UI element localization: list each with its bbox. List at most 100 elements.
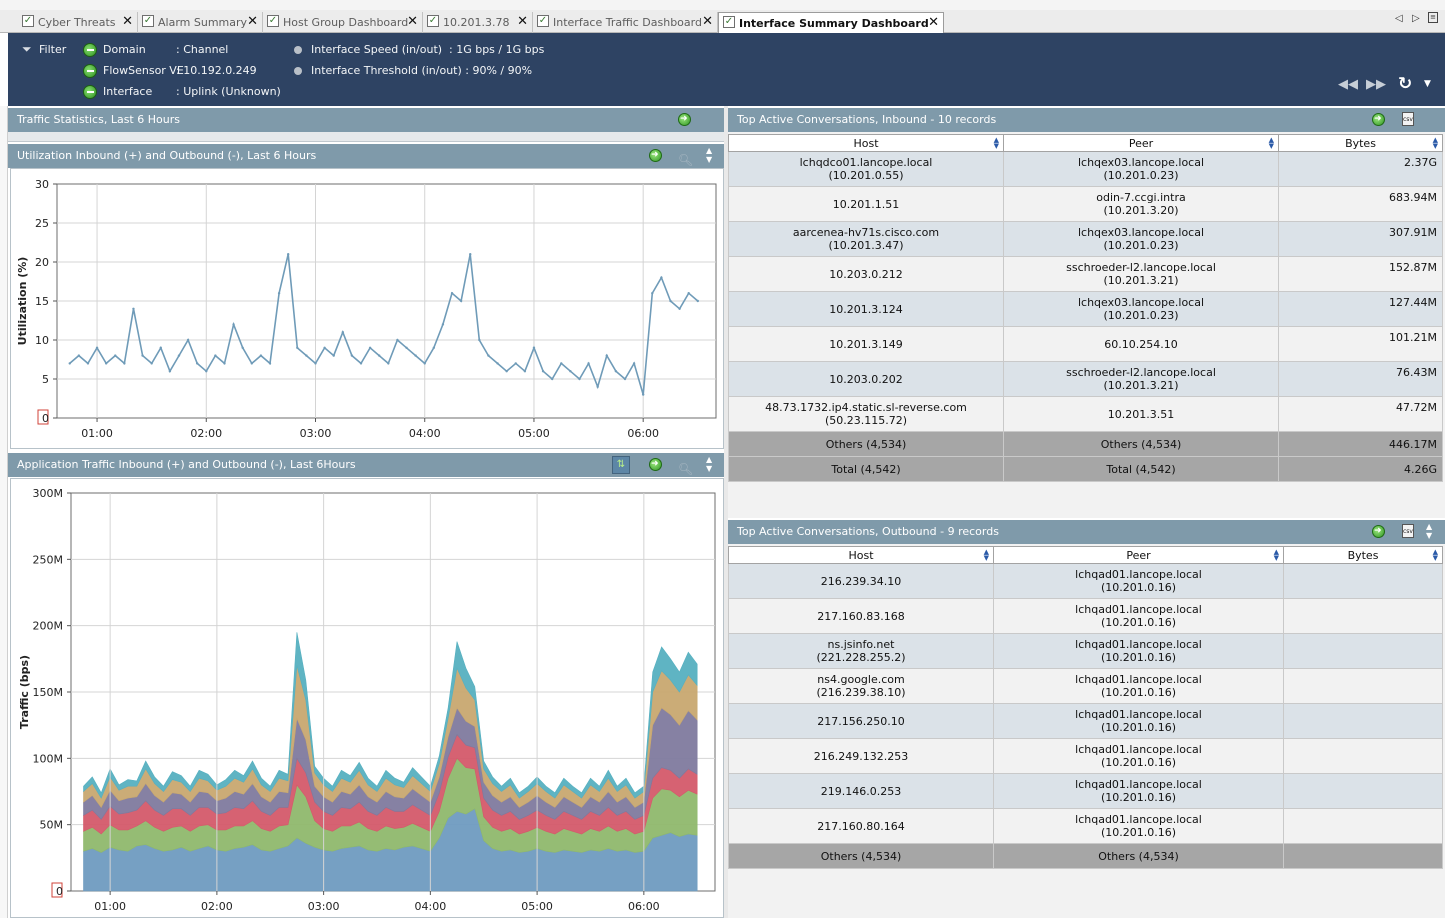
flowsensor-filter-icon[interactable] xyxy=(83,64,97,78)
tab-alarm-summary[interactable]: ✓ Alarm Summary ✕ xyxy=(138,12,263,33)
last-page-icon[interactable]: ▶▶ xyxy=(1366,77,1386,92)
bytes-column-header[interactable]: Bytes ▲ ▼ xyxy=(1283,546,1443,564)
close-icon[interactable]: ✕ xyxy=(122,14,133,29)
peer-cell[interactable]: lchqex03.lancope.local (10.201.0.23) xyxy=(1003,221,1279,257)
host-cell[interactable]: 48.73.1732.ip4.static.sl-reverse.com (50.… xyxy=(728,396,1004,432)
tab-interface-summary-dashboard[interactable]: ✓ Interface Summary Dashboard ✕ xyxy=(718,12,944,34)
peer-cell[interactable]: sschroeder-l2.lancope.local (10.201.3.21) xyxy=(1003,256,1279,292)
bytes-column-header[interactable]: Bytes ▲ ▼ xyxy=(1278,134,1443,152)
peer-cell[interactable]: lchqad01.lancope.local (10.201.0.16) xyxy=(993,703,1284,739)
peer-cell[interactable]: lchqad01.lancope.local (10.201.0.16) xyxy=(993,668,1284,704)
domain-filter-icon[interactable] xyxy=(83,43,97,57)
peer-column-header[interactable]: Peer ▲ ▼ xyxy=(1003,134,1279,152)
interface-filter-icon[interactable] xyxy=(83,85,97,99)
utilization-data-point xyxy=(532,346,536,349)
collapse-expand-icon[interactable]: ▲ ▼ xyxy=(1426,522,1432,540)
peer-cell[interactable]: lchqex03.lancope.local (10.201.0.23) xyxy=(1003,291,1279,327)
bytes-cell xyxy=(1283,773,1443,809)
go-arrow-icon[interactable] xyxy=(649,143,662,167)
host-cell[interactable]: 217.160.83.168 xyxy=(728,598,994,634)
table-row[interactable]: 10.201.3.124 lchqex03.lancope.local (10.2… xyxy=(728,291,1443,327)
close-icon[interactable]: ✕ xyxy=(407,14,418,29)
table-row[interactable]: 10.201.1.51 odin-7.ccgi.intra (10.201.3.2… xyxy=(728,186,1443,222)
peer-cell[interactable]: lchqad01.lancope.local (10.201.0.16) xyxy=(993,808,1284,844)
table-row[interactable]: 216.249.132.253 lchqad01.lancope.local (1… xyxy=(728,738,1443,774)
sort-icon[interactable]: ▲ ▼ xyxy=(1433,137,1438,150)
host-cell[interactable]: 10.201.3.149 xyxy=(728,326,1004,362)
host-cell[interactable]: lchqdco01.lancope.local (10.201.0.55) xyxy=(728,151,1004,187)
peer-cell[interactable]: lchqad01.lancope.local (10.201.0.16) xyxy=(993,773,1284,809)
sort-icon[interactable]: ▲ ▼ xyxy=(994,137,999,150)
filter-funnel-icon[interactable]: ⏷ xyxy=(22,42,32,57)
table-row[interactable]: aarcenea-hv71s.cisco.com (10.201.3.47) lc… xyxy=(728,221,1443,257)
refresh-icon[interactable]: ↻ xyxy=(1398,74,1412,94)
utilization-data-point xyxy=(104,362,108,365)
peer-cell[interactable]: lchqex03.lancope.local (10.201.0.23) xyxy=(1003,151,1279,187)
peer-cell[interactable]: odin-7.ccgi.intra (10.201.3.20) xyxy=(1003,186,1279,222)
host-cell[interactable]: 10.201.1.51 xyxy=(728,186,1004,222)
close-icon[interactable]: ✕ xyxy=(702,14,713,29)
sort-icon[interactable]: ▲ ▼ xyxy=(1433,549,1438,562)
host-cell[interactable]: 10.203.0.212 xyxy=(728,256,1004,292)
tab-list-icon[interactable]: ≡ xyxy=(1428,12,1438,23)
peer-cell[interactable]: lchqad01.lancope.local (10.201.0.16) xyxy=(993,598,1284,634)
first-page-icon[interactable]: ◀◀ xyxy=(1338,77,1358,92)
table-row[interactable]: 217.160.80.164 lchqad01.lancope.local (10… xyxy=(728,808,1443,844)
sort-icon[interactable]: ▲ ▼ xyxy=(1274,549,1279,562)
peer-cell[interactable]: lchqad01.lancope.local (10.201.0.16) xyxy=(993,563,1284,599)
total-peer-cell: Total (4,542) xyxy=(1003,456,1279,482)
host-cell[interactable]: 216.249.132.253 xyxy=(728,738,994,774)
close-icon[interactable]: ✕ xyxy=(928,15,939,30)
go-arrow-icon[interactable] xyxy=(678,107,691,131)
host-cell[interactable]: 217.156.250.10 xyxy=(728,703,994,739)
go-arrow-icon[interactable] xyxy=(1372,519,1385,543)
table-row[interactable]: 216.239.34.10 lchqad01.lancope.local (10.… xyxy=(728,563,1443,599)
collapse-expand-icon[interactable]: ▲ ▼ xyxy=(706,146,712,164)
filter-label[interactable]: Filter xyxy=(39,43,66,56)
table-row[interactable]: 10.201.3.149 60.10.254.10 101.21M xyxy=(728,326,1443,362)
tab-host-10-201-3-78[interactable]: ✓ 10.201.3.78 ✕ xyxy=(423,12,533,33)
table-row[interactable]: lchqdco01.lancope.local (10.201.0.55) lch… xyxy=(728,151,1443,187)
peer-cell[interactable]: 10.201.3.51 xyxy=(1003,396,1279,432)
peer-column-header[interactable]: Peer ▲ ▼ xyxy=(993,546,1284,564)
table-row[interactable]: 48.73.1732.ip4.static.sl-reverse.com (50.… xyxy=(728,396,1443,432)
table-row[interactable]: 219.146.0.253 lchqad01.lancope.local (10.… xyxy=(728,773,1443,809)
host-cell[interactable]: 216.239.34.10 xyxy=(728,563,994,599)
export-csv-icon[interactable]: csv xyxy=(1402,524,1414,538)
go-arrow-icon[interactable] xyxy=(649,452,662,476)
chart-legend-toggle-icon[interactable]: ⇅ xyxy=(612,456,630,474)
host-cell[interactable]: 219.146.0.253 xyxy=(728,773,994,809)
peer-cell[interactable]: 60.10.254.10 xyxy=(1003,326,1279,362)
tab-interface-traffic-dashboard[interactable]: ✓ Interface Traffic Dashboard ✕ xyxy=(533,12,718,33)
table-row[interactable]: 10.203.0.212 sschroeder-l2.lancope.local… xyxy=(728,256,1443,292)
host-cell[interactable]: ns.jsinfo.net (221.228.255.2) xyxy=(728,633,994,669)
host-cell[interactable]: ns4.google.com (216.239.38.10) xyxy=(728,668,994,704)
scroll-left-icon[interactable]: ◁ xyxy=(1395,13,1403,24)
peer-cell[interactable]: sschroeder-l2.lancope.local (10.201.3.21) xyxy=(1003,361,1279,397)
scroll-right-icon[interactable]: ▷ xyxy=(1412,13,1420,24)
host-cell[interactable]: 10.203.0.202 xyxy=(728,361,1004,397)
host-cell[interactable]: aarcenea-hv71s.cisco.com (10.201.3.47) xyxy=(728,221,1004,257)
table-row[interactable]: ns4.google.com (216.239.38.10) lchqad01.l… xyxy=(728,668,1443,704)
table-row[interactable]: ns.jsinfo.net (221.228.255.2) lchqad01.la… xyxy=(728,633,1443,669)
host-column-header[interactable]: Host ▲ ▼ xyxy=(728,546,994,564)
host-cell[interactable]: 217.160.80.164 xyxy=(728,808,994,844)
table-row[interactable]: 10.203.0.202 sschroeder-l2.lancope.local… xyxy=(728,361,1443,397)
tab-host-group-dashboard[interactable]: ✓ Host Group Dashboard ✕ xyxy=(263,12,423,33)
table-row[interactable]: 217.156.250.10 lchqad01.lancope.local (10… xyxy=(728,703,1443,739)
tab-cyber-threats[interactable]: ✓ Cyber Threats ✕ xyxy=(18,12,138,33)
host-column-header[interactable]: Host ▲ ▼ xyxy=(728,134,1004,152)
sort-icon[interactable]: ▲ ▼ xyxy=(1269,137,1274,150)
export-csv-icon[interactable]: csv xyxy=(1402,112,1414,126)
x-tick-label: 03:00 xyxy=(300,427,332,440)
table-row[interactable]: 217.160.83.168 lchqad01.lancope.local (10… xyxy=(728,598,1443,634)
host-cell[interactable]: 10.201.3.124 xyxy=(728,291,1004,327)
peer-cell[interactable]: lchqad01.lancope.local (10.201.0.16) xyxy=(993,738,1284,774)
close-icon[interactable]: ✕ xyxy=(517,14,528,29)
go-arrow-icon[interactable] xyxy=(1372,107,1385,131)
peer-cell[interactable]: lchqad01.lancope.local (10.201.0.16) xyxy=(993,633,1284,669)
close-icon[interactable]: ✕ xyxy=(247,14,258,29)
collapse-expand-icon[interactable]: ▲ ▼ xyxy=(706,455,712,473)
refresh-options-chevron-down-icon[interactable]: ▼ xyxy=(1424,79,1431,89)
sort-icon[interactable]: ▲ ▼ xyxy=(984,549,989,562)
